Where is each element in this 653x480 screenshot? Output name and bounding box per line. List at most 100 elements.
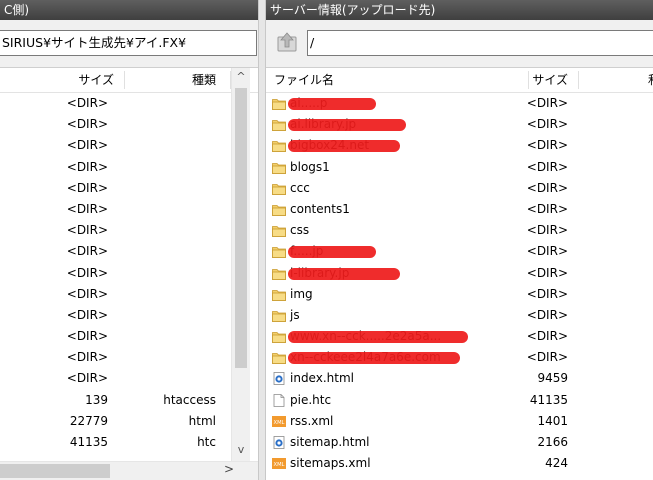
local-file-list[interactable]: サイズ 種類 <DIR> <DIR> <DIR> <DIR> <DIR> <DIR> <DI… [0,67,258,480]
svg-text:XML: XML [274,462,285,468]
column-divider[interactable] [124,71,125,89]
blank-file-icon [273,393,285,407]
server-file-name: css [290,223,310,238]
server-extra-column-header[interactable]: 和 [648,68,653,92]
local-file-row[interactable]: 139 htaccess [0,390,258,411]
local-file-size: <DIR> [66,159,108,174]
server-file-row[interactable]: f.....jp<DIR> [266,241,653,262]
local-file-row[interactable]: <DIR> [0,93,258,114]
local-file-row[interactable]: <DIR> [0,178,258,199]
server-file-row[interactable]: xn--cckeee2l4a7a6e.com<DIR> [266,347,653,368]
server-path-input[interactable]: / [307,30,653,56]
local-file-row[interactable]: 41135 htc [0,432,258,453]
server-file-row[interactable]: index.html 9459 [266,368,653,389]
up-folder-icon [277,32,297,52]
server-file-row[interactable]: i-library.jp<DIR> [266,263,653,284]
local-file-row[interactable]: <DIR> [0,114,258,135]
column-divider[interactable] [578,71,579,89]
server-file-size: <DIR> [526,244,568,259]
server-file-list[interactable]: ファイル名 サイズ 和 ai.....p<DIR>ai.library.jp<D… [266,67,653,480]
local-file-size: 22779 [69,413,108,428]
server-pane-title: サーバー情報(アップロード先) [266,0,653,20]
server-file-name: blogs1 [290,159,330,174]
local-hscroll-thumb[interactable] [0,464,110,478]
local-file-row[interactable]: <DIR> [0,135,258,156]
parent-folder-button[interactable] [272,28,302,56]
local-file-row[interactable]: <DIR> [0,368,258,389]
local-file-row[interactable]: <DIR> [0,157,258,178]
local-file-row[interactable]: <DIR> [0,241,258,262]
local-scroll-thumb[interactable] [235,88,247,368]
local-file-row[interactable]: 22779 html [0,411,258,432]
server-file-size: 424 [545,456,568,471]
scroll-right-arrow-icon[interactable]: > [222,462,236,476]
server-file-name: sitemap.html [290,435,370,449]
svg-text:XML: XML [274,420,285,426]
local-file-row[interactable]: <DIR> [0,305,258,326]
local-file-row[interactable]: <DIR> [0,326,258,347]
local-size-column-header[interactable]: サイズ [58,68,114,92]
server-pane: サーバー情報(アップロード先) / ファイル名 サイズ 和 ai.....p<D… [266,0,653,480]
local-path-input[interactable]: SIRIUS¥サイト生成先¥アイ.FX¥ [0,30,257,56]
html-file-icon [273,372,285,386]
local-file-size: <DIR> [66,96,108,110]
server-name-column-header[interactable]: ファイル名 [274,68,334,92]
server-file-name: js [290,307,300,322]
local-file-row[interactable]: <DIR> [0,220,258,241]
server-rows: ai.....p<DIR>ai.library.jp<DIR>bigbox24.… [266,93,653,474]
server-file-size: <DIR> [526,159,568,174]
folder-icon [272,268,286,280]
local-file-size: <DIR> [66,350,108,365]
server-file-name: ccc [290,180,310,195]
server-file-row[interactable]: XML rss.xml 1401 [266,411,653,432]
server-file-row[interactable]: contents1 <DIR> [266,199,653,220]
folder-icon [272,247,286,259]
server-file-row[interactable]: css <DIR> [266,220,653,241]
server-file-size: <DIR> [526,265,568,280]
server-file-row[interactable]: www.xn--cck.....2e2a5a...<DIR> [266,326,653,347]
folder-icon [272,310,286,322]
pane-splitter[interactable] [258,0,266,480]
local-file-row[interactable]: <DIR> [0,199,258,220]
local-file-row[interactable]: <DIR> [0,284,258,305]
server-file-size: <DIR> [526,223,568,238]
local-file-row[interactable]: <DIR> [0,263,258,284]
server-file-row[interactable]: XML sitemaps.xml 424 [266,453,653,474]
server-file-size: <DIR> [526,201,568,216]
local-file-type: htc [197,435,216,449]
local-file-size: <DIR> [66,307,108,322]
server-file-row[interactable]: ai.....p<DIR> [266,93,653,114]
redaction-mark [288,352,460,365]
server-file-row[interactable]: ccc <DIR> [266,178,653,199]
server-file-size: <DIR> [526,307,568,322]
server-file-row[interactable]: img <DIR> [266,284,653,305]
local-file-size: <DIR> [66,117,108,132]
local-file-row[interactable]: <DIR> [0,347,258,368]
server-size-column-header[interactable]: サイズ [516,68,568,92]
server-file-row[interactable]: bigbox24.net<DIR> [266,135,653,156]
folder-icon [272,353,286,365]
server-file-name: index.html [290,371,354,386]
server-file-row[interactable]: sitemap.html 2166 [266,432,653,453]
scroll-down-arrow-icon[interactable]: v [232,443,250,456]
server-file-size: <DIR> [526,138,568,153]
local-vertical-scrollbar[interactable]: ^ v [231,68,250,461]
local-file-size: <DIR> [66,223,108,238]
server-file-name: sitemaps.xml [290,456,371,471]
server-file-row[interactable]: blogs1 <DIR> [266,157,653,178]
folder-icon [272,99,286,110]
folder-icon [272,162,286,174]
scroll-up-arrow-icon[interactable]: ^ [232,70,250,83]
folder-icon [272,141,286,153]
server-file-name: contents1 [290,201,350,216]
local-file-size: <DIR> [66,138,108,153]
server-file-size: <DIR> [526,329,568,344]
server-file-row[interactable]: pie.htc 41135 [266,390,653,411]
server-file-row[interactable]: js <DIR> [266,305,653,326]
server-file-row[interactable]: ai.library.jp<DIR> [266,114,653,135]
folder-icon [272,120,286,132]
redaction-mark [288,119,406,132]
local-type-column-header[interactable]: 種類 [150,68,216,92]
local-horizontal-scrollbar[interactable]: > [0,461,258,480]
local-pane: C側) SIRIUS¥サイト生成先¥アイ.FX¥ サイズ 種類 <DIR> <DI… [0,0,258,480]
